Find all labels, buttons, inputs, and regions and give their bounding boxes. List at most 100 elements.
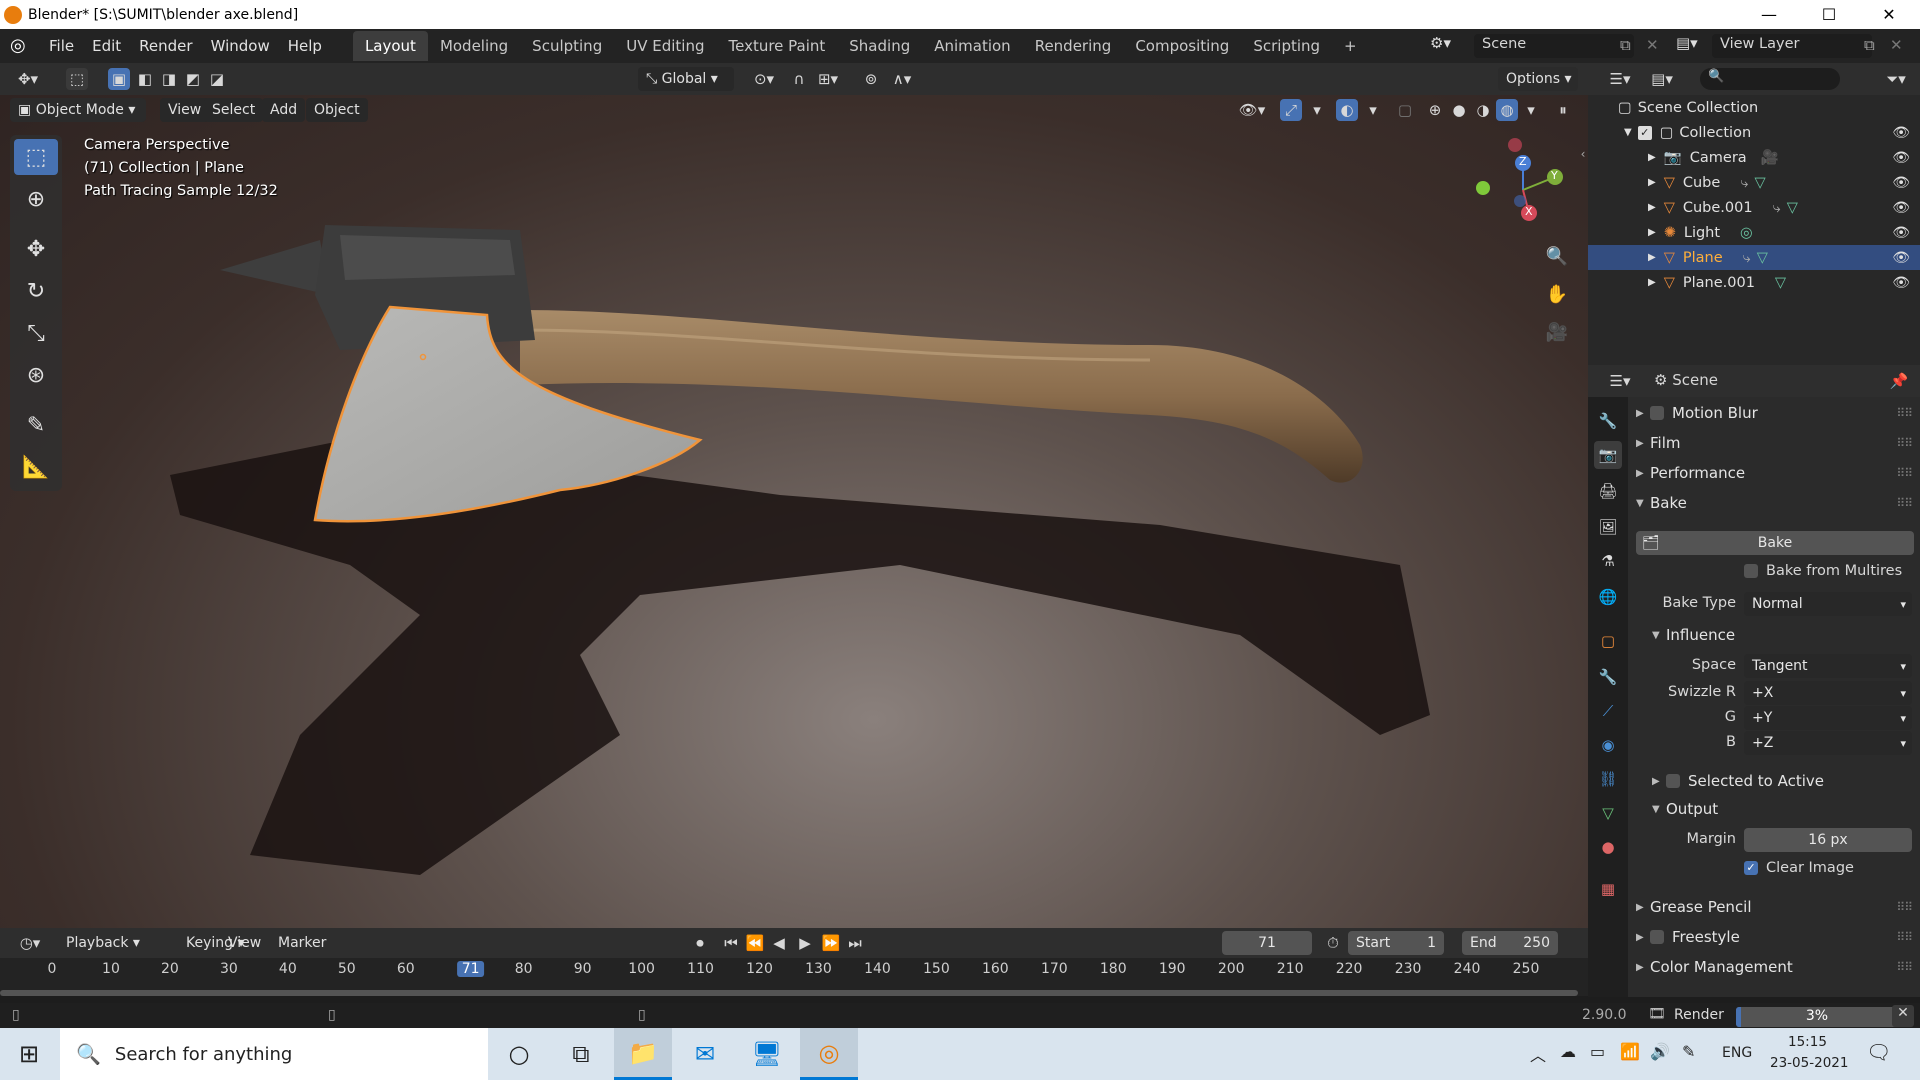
language-indicator[interactable]: ENG xyxy=(1722,1045,1752,1061)
menu-render[interactable]: Render xyxy=(130,37,201,55)
tab-scripting[interactable]: Scripting xyxy=(1241,31,1332,61)
object-tab-icon[interactable]: ▢ xyxy=(1594,627,1622,655)
volume-icon[interactable]: 🔊 xyxy=(1650,1042,1670,1061)
end-frame-field[interactable]: End 250 xyxy=(1462,931,1558,955)
timeline-scrollbar[interactable] xyxy=(0,990,1578,996)
transform-tool-icon[interactable]: ⊛ xyxy=(14,357,58,393)
mail-icon[interactable]: ✉ xyxy=(676,1028,734,1080)
transform-orientation-dropdown[interactable]: ⤡ Global ▾ xyxy=(638,67,734,91)
play-reverse-icon[interactable]: ◀ xyxy=(768,932,790,954)
outliner-item[interactable]: ▶ 📷 Camera 🎥 👁 xyxy=(1588,145,1920,170)
delete-view-layer-icon[interactable]: ✕ xyxy=(1890,36,1903,54)
battery-icon[interactable]: ▭ xyxy=(1590,1042,1605,1061)
timeline-menu-marker[interactable]: Marker xyxy=(270,931,334,955)
pan-hand-icon[interactable]: ✋ xyxy=(1546,283,1568,305)
proportional-edit-icon[interactable]: ⊚ xyxy=(860,68,882,90)
display-mode-icon[interactable]: ▤▾ xyxy=(1644,68,1680,90)
expand-chevron-icon[interactable]: ▶ xyxy=(1648,177,1656,188)
tab-sculpting[interactable]: Sculpting xyxy=(520,31,614,61)
file-explorer-icon[interactable]: 📁 xyxy=(614,1028,672,1080)
snap-icon[interactable]: ∩ xyxy=(788,68,810,90)
collapse-arrow-icon[interactable]: ▼ xyxy=(1652,804,1666,815)
snap-target-icon[interactable]: ⊞▾ xyxy=(812,68,844,90)
onedrive-icon[interactable]: ☁ xyxy=(1560,1042,1576,1061)
menu-file[interactable]: File xyxy=(40,37,83,55)
pen-icon[interactable]: ✎ xyxy=(1682,1042,1695,1061)
drag-handle-icon[interactable]: ⠿⠿ xyxy=(1896,496,1913,510)
desktop-app-icon[interactable]: 🖥 xyxy=(738,1028,796,1080)
drag-handle-icon[interactable]: ⠿⠿ xyxy=(1896,960,1913,974)
drag-handle-icon[interactable]: ⠿⠿ xyxy=(1896,900,1913,914)
tab-compositing[interactable]: Compositing xyxy=(1123,31,1241,61)
select-mode-intersect-icon[interactable]: ◪ xyxy=(206,68,228,90)
scene-field[interactable]: Scene xyxy=(1474,34,1634,58)
new-scene-icon[interactable]: ⧉ xyxy=(1620,36,1631,54)
cancel-render-icon[interactable]: ✕ xyxy=(1892,1005,1914,1027)
add-workspace-icon[interactable]: + xyxy=(1332,31,1369,61)
task-view-icon[interactable]: ⧉ xyxy=(552,1028,610,1080)
expand-chevron-icon[interactable]: ▶ xyxy=(1648,227,1656,238)
taskbar-search-box[interactable]: 🔍 Search for anything xyxy=(60,1028,488,1080)
panel-bake[interactable]: ▼ Bake ⠿⠿ xyxy=(1628,489,1920,517)
expand-chevron-icon[interactable]: ▶ xyxy=(1648,202,1656,213)
outliner-item[interactable]: ▶ ▽ Cube.001 ⤷ ▽ 👁 xyxy=(1588,195,1920,220)
start-frame-field[interactable]: Start 1 xyxy=(1348,931,1444,955)
panel-grease-pencil[interactable]: ▶ Grease Pencil ⠿⠿ xyxy=(1628,893,1920,921)
current-frame-indicator[interactable]: 71 xyxy=(456,961,485,977)
panel-film[interactable]: ▶ Film ⠿⠿ xyxy=(1628,429,1920,457)
selected-to-active-checkbox[interactable] xyxy=(1666,774,1680,788)
visibility-eye-icon[interactable]: 👁 xyxy=(1892,250,1910,266)
bake-button[interactable]: 🗂 Bake xyxy=(1636,531,1914,555)
wifi-icon[interactable]: 📶 xyxy=(1620,1042,1640,1061)
notification-center-icon[interactable]: 🗨 xyxy=(1866,1040,1891,1064)
timeline-menu-view[interactable]: View xyxy=(220,931,269,955)
proportional-falloff-icon[interactable]: ∧▾ xyxy=(886,68,918,90)
scene-selector-icon[interactable]: ⚙▾ xyxy=(1430,34,1470,58)
visibility-eye-icon[interactable]: 👁 xyxy=(1892,175,1910,191)
move-tool-icon[interactable]: ✥ xyxy=(14,231,58,267)
subpanel-output[interactable]: ▼ Output xyxy=(1628,795,1920,823)
data-tab-icon[interactable]: ▽ xyxy=(1594,799,1622,827)
menu-edit[interactable]: Edit xyxy=(83,37,130,55)
tab-texture-paint[interactable]: Texture Paint xyxy=(716,31,837,61)
drag-handle-icon[interactable]: ⠿⠿ xyxy=(1896,406,1913,420)
tab-layout[interactable]: Layout xyxy=(352,31,428,61)
clear-image-toggle[interactable]: ✓ Clear Image xyxy=(1744,860,1854,876)
overlay-toggle-icon[interactable]: ◐ xyxy=(1336,99,1358,121)
collection-checkbox-icon[interactable]: ✓ xyxy=(1637,125,1652,140)
visibility-eye-icon[interactable]: 👁 xyxy=(1892,275,1910,291)
current-frame-field[interactable]: 71 xyxy=(1222,931,1312,955)
physics-tab-icon[interactable]: ◉ xyxy=(1594,731,1622,759)
collapse-arrow-icon[interactable]: ▶ xyxy=(1636,932,1650,943)
scene-collection-row[interactable]: ▢ Scene Collection xyxy=(1588,95,1920,120)
select-tool-icon[interactable]: ⬚ xyxy=(14,139,58,175)
collapse-arrow-icon[interactable]: ▶ xyxy=(1636,408,1650,419)
new-view-layer-icon[interactable]: ⧉ xyxy=(1864,36,1875,54)
camera-view-icon[interactable]: 🎥 xyxy=(1546,321,1568,343)
jump-start-icon[interactable]: ⏮ xyxy=(720,932,742,954)
panel-color-management[interactable]: ▶ Color Management ⠿⠿ xyxy=(1628,953,1920,981)
pause-render-icon[interactable]: ⏸ xyxy=(1552,99,1574,121)
outliner-item[interactable]: ▶ ✺ Light ◎ 👁 xyxy=(1588,220,1920,245)
collapse-arrow-icon[interactable]: ▶ xyxy=(1636,438,1650,449)
3d-viewport[interactable]: Camera Perspective (71) Collection | Pla… xyxy=(0,95,1588,928)
visibility-eye-icon[interactable]: 👁 xyxy=(1892,225,1910,241)
blender-taskbar-icon[interactable]: ◎ xyxy=(800,1028,858,1080)
viewport-menu-object[interactable]: Object xyxy=(306,98,368,122)
material-preview-icon[interactable]: ◑ xyxy=(1472,99,1494,121)
output-tab-icon[interactable]: 🖨 xyxy=(1594,477,1622,505)
select-mode-new-icon[interactable]: ▣ xyxy=(108,68,130,90)
freestyle-checkbox[interactable] xyxy=(1650,930,1664,944)
maximize-button[interactable]: ☐ xyxy=(1800,0,1858,29)
particles-tab-icon[interactable]: ⟋ xyxy=(1594,697,1622,725)
collapse-arrow-icon[interactable]: ▶ xyxy=(1636,468,1650,479)
viewport-menu-view[interactable]: View xyxy=(160,98,210,122)
view-layer-selector-icon[interactable]: ▤▾ xyxy=(1676,34,1712,52)
view-layer-field[interactable]: View Layer xyxy=(1712,34,1872,58)
modifier-tab-icon[interactable]: 🔧 xyxy=(1594,663,1622,691)
margin-field[interactable]: 16 px xyxy=(1744,828,1912,852)
wireframe-shading-icon[interactable]: ⊕ xyxy=(1424,99,1446,121)
properties-editor-type-icon[interactable]: ☰▾ xyxy=(1602,370,1638,392)
panel-freestyle[interactable]: ▶ Freestyle ⠿⠿ xyxy=(1628,923,1920,951)
outliner-item[interactable]: ▶ ▽ Plane.001 ▽ 👁 xyxy=(1588,270,1920,295)
